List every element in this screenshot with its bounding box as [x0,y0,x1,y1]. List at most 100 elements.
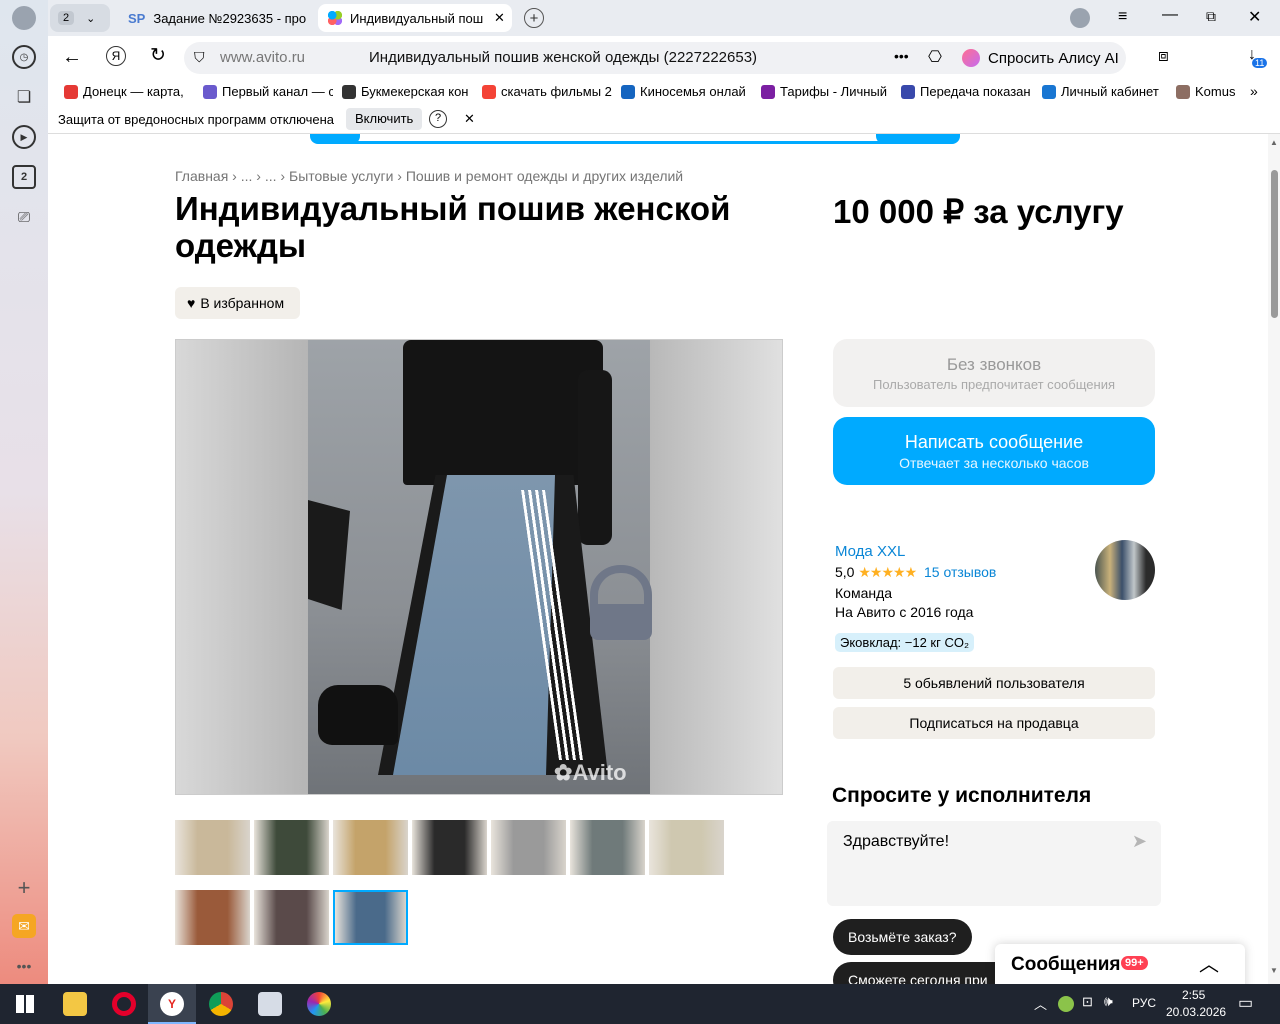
more-bookmarks-icon[interactable]: » [1250,83,1258,99]
yandex-icon[interactable]: Я [106,46,126,66]
write-message-button[interactable]: Написать сообщение Отвечает за несколько… [833,417,1155,485]
reload-icon[interactable]: ↻ [150,44,166,67]
bookmark-item[interactable]: скачать фильмы 2 [482,84,612,99]
photo-thumbnail[interactable] [491,820,566,875]
bookmark-favicon-icon [761,84,775,99]
scroll-up-icon[interactable]: ▲ [1270,138,1278,147]
file-explorer-icon[interactable] [63,992,87,1016]
back-icon[interactable]: ← [62,46,82,69]
photo-thumbnail[interactable] [254,890,329,945]
breadcrumb-services[interactable]: Бытовые услуги [289,168,393,184]
minimize-icon[interactable]: — [1162,6,1178,24]
color-app-icon[interactable] [307,992,331,1016]
help-icon[interactable]: ? [429,110,447,128]
url-text: www.avito.ru [220,49,306,66]
photo-thumbnail[interactable] [333,820,408,875]
photo-thumbnail[interactable] [175,890,250,945]
chevron-up-icon[interactable]: ︿ [1199,948,1219,977]
tabs-counter-icon[interactable]: 2 [12,165,36,189]
photo-thumbnail[interactable] [254,820,329,875]
bookmark-item[interactable]: Донецк — карта, [64,84,194,99]
enable-protection-button[interactable]: Включить [346,108,423,130]
close-window-icon[interactable]: ✕ [1248,7,1261,27]
chrome-icon[interactable] [209,992,233,1016]
favorite-button[interactable]: ♥ В избранном [175,287,301,319]
restore-icon[interactable]: ⧉ [1206,8,1216,25]
clock-date[interactable]: 20.03.2026 [1166,1005,1226,1019]
app-icon[interactable] [258,992,282,1016]
network-icon[interactable]: ⊡ [1082,994,1093,1010]
notifications-icon[interactable]: ▭ [1238,993,1253,1013]
language-indicator[interactable]: РУС [1132,996,1156,1010]
bookmark-favicon-icon [1176,84,1190,99]
bookmark-icon[interactable]: ⎔ [928,47,942,67]
tray-app-icon[interactable] [1058,996,1074,1012]
bookmark-item[interactable]: Букмекерская кон [342,84,472,99]
photo-thumbnail[interactable] [570,820,645,875]
address-bar[interactable]: ⛉ www.avito.ru Индивидуальный пошив женс… [184,42,994,74]
bookmark-item[interactable]: Киносемья онлай [621,84,751,99]
alice-button[interactable]: Спросить Алису AI [954,42,1126,74]
no-calls-button[interactable]: Без звонков Пользователь предпочитает со… [833,339,1155,407]
photo-thumbnail[interactable] [649,820,724,875]
seller-avatar[interactable] [1095,540,1155,600]
subscribe-button[interactable]: Подписаться на продавца [833,707,1155,739]
breadcrumb-ellipsis-1[interactable]: ... [241,168,253,184]
bookmark-item[interactable]: Первый канал — с [203,84,333,99]
photo-thumbnail[interactable] [175,820,250,875]
quick-question-take-order[interactable]: Возьмёте заказ? [833,919,972,955]
opera-icon[interactable] [112,992,136,1016]
more-icon[interactable]: ••• [12,954,36,978]
breadcrumb-tailoring[interactable]: Пошив и ремонт одежды и других изделий [406,168,683,184]
bookmark-item[interactable]: Личный кабинет [1042,84,1172,99]
messages-panel[interactable]: Сообщения 99+ ︿ [995,944,1245,984]
bookmark-item[interactable]: Komus [1176,84,1236,99]
add-icon[interactable]: + [12,875,36,900]
tab-task[interactable]: SP Задание №2923635 - про [120,4,316,32]
bookmark-item[interactable]: Передача показан [901,84,1031,99]
alice-icon [962,49,980,67]
tab-group[interactable]: 2 ⌄ [50,4,110,32]
photo-thumbnail[interactable] [412,820,487,875]
page-title-in-omnibox: Индивидуальный пошив женской одежды (222… [369,49,758,66]
menu-icon[interactable]: ≡ [1118,8,1127,26]
clock-time[interactable]: 2:55 [1182,988,1205,1002]
seller-reviews-link[interactable]: 15 отзывов [924,564,996,580]
bookmark-item[interactable]: Тарифы - Личный [761,84,891,99]
main-photo[interactable]: ✿Avito [175,339,783,795]
extensions-icon[interactable]: ⧈ [1158,46,1169,66]
page-scrollbar[interactable]: ▲ ▼ [1268,134,1280,984]
collections-icon[interactable]: ❏ [12,85,36,109]
close-tab-icon[interactable]: ✕ [494,10,505,26]
user-ads-button[interactable]: 5 обьявлений пользователя [833,667,1155,699]
ask-textarea[interactable]: Здравствуйте! ➤ [827,821,1161,906]
photo-thumbnail[interactable] [333,890,408,945]
eco-badge[interactable]: Эковклад: −12 кг CO₂ [835,633,975,652]
no-calls-subtitle: Пользователь предпочитает сообщения [872,376,1115,392]
no-calls-title: Без звонков [946,354,1042,374]
new-tab-button[interactable]: + [524,8,544,28]
close-bar-icon[interactable]: ✕ [464,111,475,127]
volume-icon[interactable]: 🕪 [1104,993,1113,1010]
windows-start-icon[interactable] [16,995,34,1013]
bookmark-favicon-icon [621,84,635,99]
scroll-down-icon[interactable]: ▼ [1270,966,1278,975]
tab-avito[interactable]: Индивидуальный пош ✕ [318,4,512,32]
breadcrumb-home[interactable]: Главная [175,168,228,184]
breadcrumb-ellipsis-2[interactable]: ... [265,168,277,184]
mail-icon[interactable]: ✉ [12,914,36,938]
seller-name[interactable]: Мода XXL [835,543,905,560]
history-icon[interactable]: ◷ [12,45,36,69]
play-icon[interactable]: ▶ [12,125,36,149]
tab-avito-title: Индивидуальный пош [350,10,484,26]
tray-chevron-icon[interactable]: ︿ [1034,994,1047,1013]
page-content: Главная › ... › ... › Бытовые услуги › П… [48,134,1268,984]
screenshot-icon[interactable]: ⎚ [12,205,36,229]
bookmark-favicon-icon [203,84,217,99]
bookmark-label: Komus [1195,84,1236,99]
profile-icon[interactable] [12,6,36,30]
send-icon[interactable]: ➤ [1132,831,1147,852]
more-dots-icon[interactable]: ••• [894,48,909,64]
account-icon[interactable] [1070,8,1090,28]
scroll-thumb[interactable] [1271,170,1278,318]
